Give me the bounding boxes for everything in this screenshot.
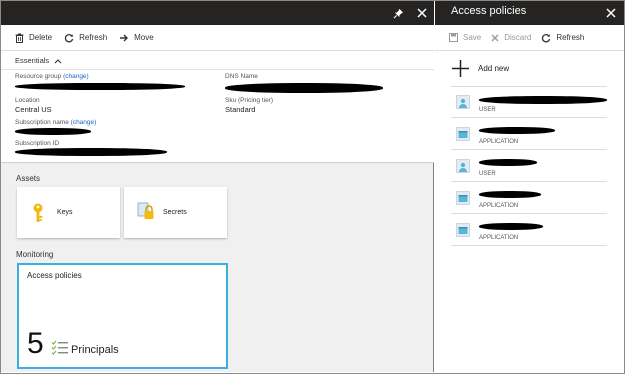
redacted-subscription-name bbox=[15, 128, 91, 135]
application-icon bbox=[456, 191, 470, 205]
right-blade-title-bar: Access policies bbox=[435, 1, 624, 25]
redacted-principal-name bbox=[479, 96, 607, 104]
redacted-resource-group bbox=[15, 83, 185, 90]
sku-value: Standard bbox=[225, 105, 256, 114]
discard-button[interactable]: Discard bbox=[491, 33, 531, 42]
add-new-button[interactable]: Add new bbox=[451, 59, 509, 78]
trash-icon bbox=[15, 33, 24, 43]
key-icon bbox=[33, 203, 43, 222]
secrets-tile[interactable]: Secrets bbox=[124, 187, 227, 238]
arrow-right-icon bbox=[120, 34, 129, 41]
access-policies-tile-title: Access policies bbox=[27, 271, 82, 280]
principal-type: APPLICATION bbox=[479, 235, 519, 241]
redacted-subscription-id bbox=[15, 148, 167, 156]
access-policies-tile[interactable]: Access policies 5 Principals bbox=[17, 263, 228, 369]
monitoring-title: Monitoring bbox=[16, 250, 54, 259]
principal-type: APPLICATION bbox=[479, 139, 519, 145]
discard-label: Discard bbox=[504, 33, 532, 42]
delete-button[interactable]: Delete bbox=[15, 33, 52, 43]
redacted-dns-name bbox=[225, 83, 383, 93]
add-new-label: Add new bbox=[478, 64, 510, 73]
left-blade-title-bar bbox=[1, 1, 434, 25]
sku-label: Sku (Pricing tier) bbox=[225, 97, 274, 104]
principals-label: Principals bbox=[71, 344, 119, 356]
refresh-label: Refresh bbox=[556, 33, 585, 42]
policy-row[interactable]: APPLICATION bbox=[451, 215, 607, 246]
refresh-button[interactable]: Refresh bbox=[541, 33, 584, 43]
discard-x-icon bbox=[491, 34, 499, 41]
keys-tile[interactable]: Keys bbox=[17, 187, 120, 238]
redacted-principal-name bbox=[479, 223, 543, 230]
application-icon bbox=[456, 223, 470, 237]
user-icon bbox=[456, 159, 470, 173]
redacted-principal-name bbox=[479, 191, 541, 198]
access-policies-blade: Access policies Save Discard Refresh Add… bbox=[435, 1, 624, 372]
application-icon bbox=[456, 127, 470, 141]
policy-row[interactable]: APPLICATION bbox=[451, 183, 607, 214]
chevron-up-icon bbox=[54, 58, 62, 63]
right-command-bar: Save Discard Refresh bbox=[435, 25, 624, 51]
essentials-header: Essentials bbox=[15, 56, 50, 65]
pin-icon[interactable] bbox=[390, 4, 406, 22]
resource-group-change-link[interactable]: (change) bbox=[63, 73, 89, 80]
policy-row[interactable]: USER bbox=[451, 87, 607, 118]
move-label: Move bbox=[134, 33, 154, 42]
principal-type: USER bbox=[479, 107, 496, 113]
refresh-button[interactable]: Refresh bbox=[64, 33, 107, 43]
subscription-name-change-link[interactable]: (change) bbox=[71, 119, 97, 126]
essentials-toggle[interactable]: Essentials bbox=[15, 56, 62, 65]
subscription-name-label: Subscription name (change) bbox=[15, 119, 97, 126]
close-icon[interactable] bbox=[414, 4, 430, 22]
secret-lock-icon bbox=[137, 202, 154, 219]
location-value: Central US bbox=[15, 105, 52, 114]
save-icon bbox=[449, 33, 458, 42]
save-button[interactable]: Save bbox=[449, 33, 481, 42]
delete-label: Delete bbox=[29, 33, 53, 42]
refresh-label: Refresh bbox=[79, 33, 108, 42]
blade-title: Access policies bbox=[451, 5, 527, 17]
resource-group-label: Resource group (change) bbox=[15, 73, 89, 80]
redacted-principal-name bbox=[479, 127, 555, 134]
move-button[interactable]: Move bbox=[119, 33, 154, 43]
assets-title: Assets bbox=[16, 174, 41, 183]
refresh-icon bbox=[542, 33, 551, 42]
dns-name-label: DNS Name bbox=[225, 73, 258, 80]
keys-label: Keys bbox=[57, 209, 73, 216]
secrets-label: Secrets bbox=[163, 209, 187, 216]
policy-row[interactable]: USER bbox=[451, 151, 607, 182]
principals-count: 5 bbox=[27, 327, 44, 360]
key-vault-blade: Delete Refresh Move Essentials Resource … bbox=[1, 1, 434, 372]
redacted-principal-name bbox=[479, 159, 537, 166]
left-command-bar: Delete Refresh Move bbox=[1, 25, 434, 51]
principal-type: USER bbox=[479, 171, 496, 177]
essentials-divider bbox=[1, 69, 434, 70]
checklist-icon bbox=[51, 340, 68, 355]
close-icon[interactable] bbox=[603, 4, 619, 22]
essentials-panel: Essentials Resource group (change) Locat… bbox=[1, 51, 434, 163]
principal-type: APPLICATION bbox=[479, 203, 519, 209]
subscription-id-label: Subscription ID bbox=[15, 140, 60, 147]
policy-row[interactable]: APPLICATION bbox=[451, 119, 607, 150]
plus-icon bbox=[452, 60, 469, 77]
location-label: Location bbox=[15, 97, 40, 104]
save-label: Save bbox=[463, 33, 482, 42]
user-icon bbox=[456, 95, 470, 109]
refresh-icon bbox=[64, 33, 74, 42]
